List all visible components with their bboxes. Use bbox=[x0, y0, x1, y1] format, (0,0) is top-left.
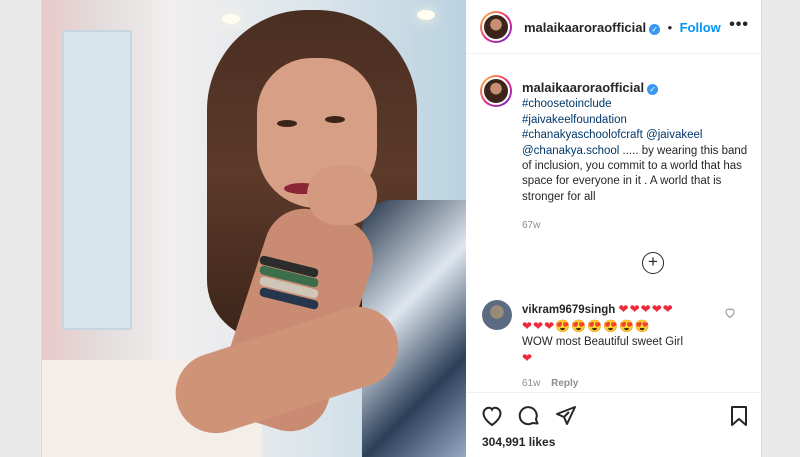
load-more-comments-button[interactable]: + bbox=[642, 252, 664, 274]
caption-timestamp: 67w bbox=[522, 220, 541, 231]
bookmark-icon[interactable] bbox=[727, 404, 751, 428]
avatar[interactable] bbox=[480, 11, 512, 43]
post-details-panel: malaikaaroraofficial ✓ • Follow ••• malai… bbox=[466, 0, 763, 457]
commenter-username[interactable]: vikram9679singh bbox=[522, 304, 615, 316]
background-lamp bbox=[417, 10, 435, 20]
likes-count[interactable]: 304,991 likes bbox=[482, 435, 555, 449]
commenter-avatar[interactable] bbox=[482, 300, 512, 330]
hashtag-link[interactable]: #jaivakeelfoundation bbox=[522, 113, 752, 128]
post-header: malaikaaroraofficial ✓ • Follow ••• bbox=[466, 0, 763, 54]
comment: vikram9679singh ❤❤❤❤❤ ❤❤❤😍😍😍😍😍😍 WOW most… bbox=[522, 302, 722, 366]
photo-eye bbox=[277, 120, 297, 127]
verified-badge-icon: ✓ bbox=[647, 84, 659, 95]
background-lamp bbox=[222, 14, 240, 24]
heart-outline-icon[interactable] bbox=[724, 307, 736, 319]
hashtag-link[interactable]: #chanakyaschoolofcraft bbox=[522, 129, 643, 141]
comment-hearts: ❤❤❤❤❤ bbox=[618, 302, 674, 316]
post-caption: malaikaaroraofficial ✓ #choosetoinclude #… bbox=[522, 80, 752, 205]
caption-username[interactable]: malaikaaroraofficial bbox=[522, 80, 644, 95]
comment-meta: 61w Reply bbox=[522, 378, 586, 389]
caption-avatar[interactable] bbox=[480, 75, 512, 107]
comment-text: WOW most Beautiful sweet Girl bbox=[522, 336, 684, 348]
header-user-line: malaikaaroraofficial ✓ • Follow bbox=[524, 19, 721, 37]
header-username[interactable]: malaikaaroraofficial bbox=[524, 20, 646, 35]
mention-link[interactable]: @jaivakeel bbox=[646, 129, 702, 141]
separator-dot: • bbox=[667, 20, 673, 35]
heart-icon[interactable] bbox=[480, 404, 504, 428]
comment-hearts: ❤❤❤ bbox=[522, 318, 556, 333]
photo-hand bbox=[307, 165, 377, 225]
comment-trailing-heart: ❤ bbox=[522, 350, 534, 365]
comment-timestamp: 61w bbox=[522, 378, 541, 389]
post-photo[interactable] bbox=[42, 0, 466, 457]
follow-button[interactable]: Follow bbox=[680, 20, 721, 35]
reply-button[interactable]: Reply bbox=[551, 378, 578, 389]
share-icon[interactable] bbox=[554, 404, 578, 428]
verified-badge-icon: ✓ bbox=[649, 24, 661, 35]
photo-eye bbox=[325, 116, 345, 123]
mention-link[interactable]: @chanakya.school bbox=[522, 145, 619, 157]
comment-icon[interactable] bbox=[517, 404, 541, 428]
more-options-icon[interactable]: ••• bbox=[729, 16, 749, 34]
hashtag-link[interactable]: #choosetoinclude bbox=[522, 97, 752, 112]
action-bar: 304,991 likes bbox=[466, 392, 763, 457]
comment-emojis: 😍😍😍😍😍😍 bbox=[555, 318, 651, 333]
post-modal: malaikaaroraofficial ✓ • Follow ••• malai… bbox=[41, 0, 763, 457]
background-door bbox=[62, 30, 132, 330]
